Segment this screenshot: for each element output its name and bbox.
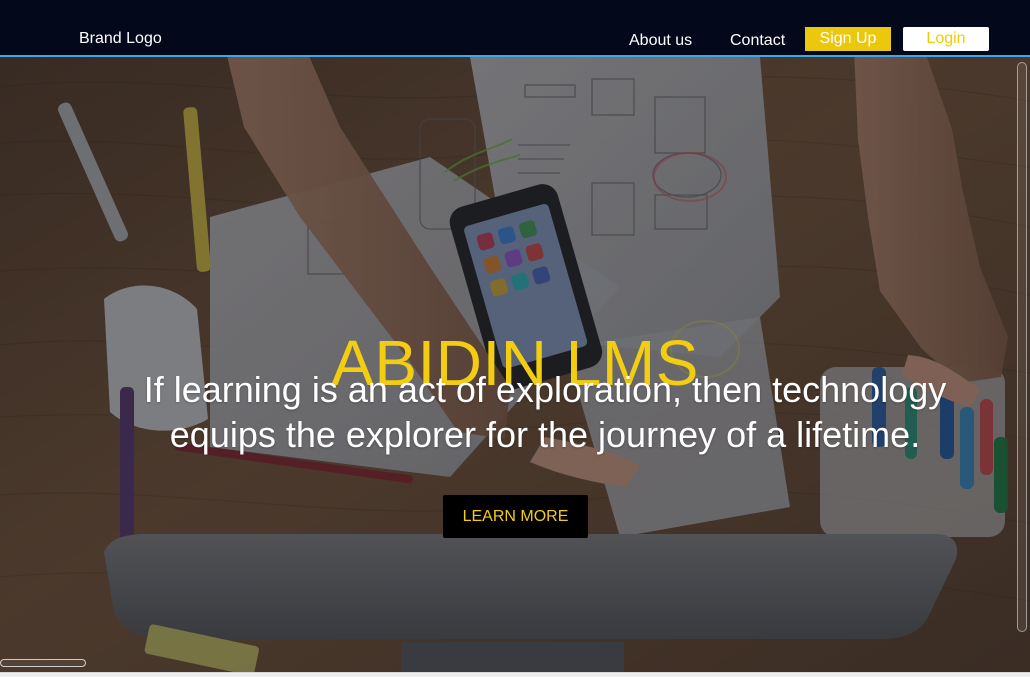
login-button[interactable]: Login	[903, 27, 989, 51]
hero-section: ABIDIN LMS If learning is an act of expl…	[0, 57, 1030, 672]
about-us-link[interactable]: About us	[629, 31, 692, 51]
hero-tagline-line-1: If learning is an act of exploration, th…	[143, 369, 947, 410]
brand-logo[interactable]: Brand Logo	[79, 29, 162, 49]
sign-up-button[interactable]: Sign Up	[805, 27, 891, 51]
learn-more-button[interactable]: LEARN MORE	[443, 495, 588, 538]
landing-page: Brand Logo About us Contact Sign Up Logi…	[0, 0, 1030, 677]
hero-tagline: If learning is an act of exploration, th…	[100, 367, 990, 457]
horizontal-scrollbar[interactable]	[0, 659, 86, 667]
bottom-edge-strip	[0, 672, 1030, 677]
contact-link[interactable]: Contact	[730, 31, 785, 51]
hero-tagline-line-2: equips the explorer for the journey of a…	[169, 414, 921, 455]
vertical-scrollbar[interactable]	[1017, 62, 1027, 632]
top-navigation-bar: Brand Logo About us Contact Sign Up Logi…	[0, 0, 1030, 57]
